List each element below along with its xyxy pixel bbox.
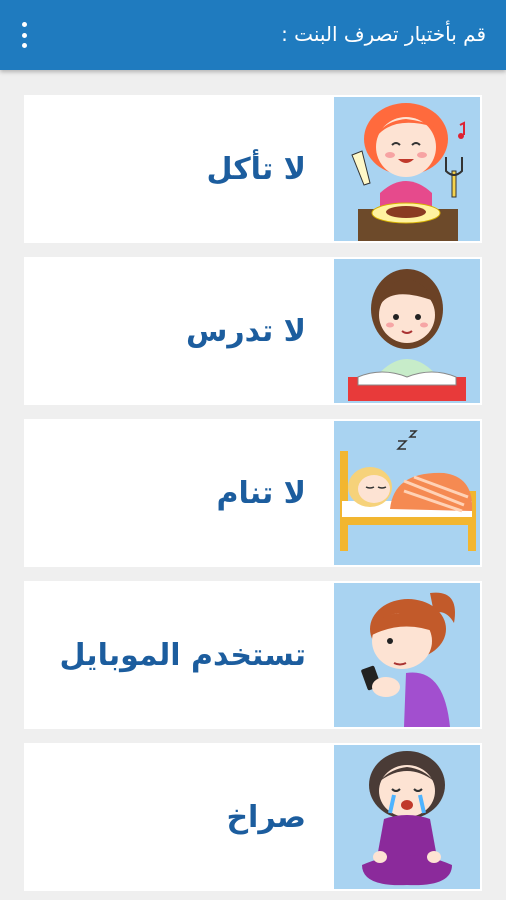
girl-using-phone-icon — [334, 583, 480, 727]
option-card-not-eating[interactable]: لا تأكل — [24, 95, 482, 243]
more-options-icon[interactable] — [12, 22, 36, 48]
girl-crying-icon — [334, 745, 480, 889]
option-label: لا تنام — [216, 475, 306, 511]
page-title: قم بأختيار تصرف البنت : — [281, 22, 486, 46]
girl-sleeping-icon — [334, 421, 480, 565]
girl-eating-icon — [334, 97, 480, 241]
girl-studying-icon — [334, 259, 480, 403]
option-label: تستخدم الموبايل — [59, 637, 306, 673]
app-bar: قم بأختيار تصرف البنت : — [0, 0, 506, 70]
option-label: لا تأكل — [206, 151, 306, 187]
option-card-not-sleeping[interactable]: لا تنام — [24, 419, 482, 567]
option-card-using-phone[interactable]: تستخدم الموبايل — [24, 581, 482, 729]
option-label: صراخ — [226, 799, 306, 835]
option-card-shouting[interactable]: صراخ — [24, 743, 482, 891]
option-label: لا تدرس — [185, 313, 306, 349]
option-card-not-studying[interactable]: لا تدرس — [24, 257, 482, 405]
